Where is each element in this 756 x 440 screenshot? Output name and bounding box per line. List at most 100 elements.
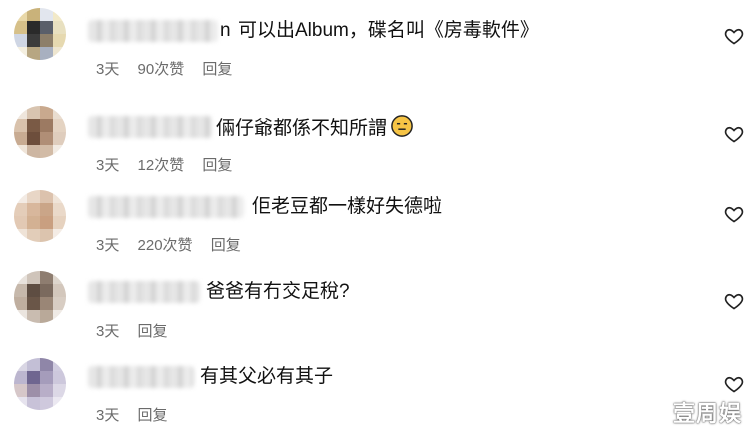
avatar-mosaic-tile	[14, 271, 27, 284]
heart-outline-icon[interactable]	[724, 204, 744, 224]
avatar-mosaic-tile	[27, 310, 40, 323]
avatar-mosaic-tile	[40, 271, 53, 284]
avatar-mosaic-tile	[14, 47, 27, 60]
avatar[interactable]	[14, 8, 66, 60]
avatar-mosaic-tile	[27, 132, 40, 145]
comment-item: 爸爸有冇交足稅? 3天 回复	[0, 265, 756, 353]
avatar-mosaic-tile	[14, 310, 27, 323]
avatar-mosaic-tile	[40, 106, 53, 119]
heart-outline-icon[interactable]	[724, 291, 744, 311]
avatar-mosaic-tile	[14, 203, 27, 216]
avatar-mosaic-tile	[27, 47, 40, 60]
avatar-mosaic-tile	[53, 216, 66, 229]
avatar-mosaic-tile	[27, 297, 40, 310]
reply-button[interactable]: 回复	[211, 237, 241, 254]
avatar-mosaic-tile	[53, 297, 66, 310]
username-fragment[interactable]: n	[220, 19, 231, 43]
avatar-mosaic-tile	[40, 371, 53, 384]
avatar-mosaic-tile	[27, 21, 40, 34]
username-blurred[interactable]	[88, 281, 200, 303]
avatar-mosaic-tile	[27, 203, 40, 216]
comment-item: n 可以出Album，碟名叫《房毒軟件》 3天 90次赞 回复	[0, 0, 756, 88]
heart-outline-icon[interactable]	[724, 26, 744, 46]
avatar-mosaic-tile	[53, 371, 66, 384]
heart-outline-icon[interactable]	[724, 124, 744, 144]
username-blurred[interactable]	[88, 366, 194, 388]
comment-meta: 3天 90次赞 回复	[96, 58, 246, 79]
comment-meta: 3天 回复	[96, 320, 182, 341]
avatar-mosaic-tile	[53, 284, 66, 297]
avatar-mosaic-tile	[27, 8, 40, 21]
reply-button[interactable]: 回复	[202, 61, 232, 78]
avatar-mosaic-tile	[40, 358, 53, 371]
avatar-mosaic-tile	[53, 106, 66, 119]
avatar-mosaic-tile	[40, 132, 53, 145]
reply-button[interactable]: 回复	[138, 407, 168, 424]
avatar-mosaic-tile	[53, 203, 66, 216]
like-count: 12次赞	[137, 157, 185, 174]
avatar-mosaic-tile	[53, 132, 66, 145]
avatar-mosaic-tile	[27, 190, 40, 203]
watermark: 壹周娱	[672, 402, 742, 427]
comment-meta: 3天 220次赞 回复	[96, 234, 255, 255]
avatar-mosaic-tile	[14, 371, 27, 384]
avatar-mosaic-tile	[53, 229, 66, 242]
avatar-mosaic-tile	[14, 216, 27, 229]
avatar-mosaic-tile	[14, 21, 27, 34]
avatar-mosaic-tile	[40, 229, 53, 242]
avatar-mosaic-tile	[14, 145, 27, 158]
comment-meta: 3天 回复	[96, 404, 182, 425]
avatar-mosaic-tile	[14, 358, 27, 371]
avatar-mosaic-tile	[40, 145, 53, 158]
avatar-mosaic-tile	[27, 371, 40, 384]
avatar-mosaic-tile	[53, 397, 66, 410]
heart-outline-icon[interactable]	[724, 374, 744, 394]
avatar[interactable]	[14, 106, 66, 158]
avatar-mosaic-tile	[14, 132, 27, 145]
avatar-mosaic-tile	[40, 297, 53, 310]
avatar-mosaic-tile	[53, 358, 66, 371]
avatar-mosaic-tile	[40, 216, 53, 229]
avatar-mosaic-tile	[14, 8, 27, 21]
comment-item: 倆仔爺都係不知所謂 3天 12次赞 回复	[0, 100, 756, 188]
reply-button[interactable]: 回复	[138, 323, 168, 340]
avatar-mosaic-tile	[40, 384, 53, 397]
avatar-mosaic-tile	[40, 397, 53, 410]
avatar-mosaic-tile	[40, 190, 53, 203]
avatar-mosaic-tile	[53, 145, 66, 158]
comment-text: 爸爸有冇交足稅?	[206, 281, 350, 302]
avatar[interactable]	[14, 271, 66, 323]
comment-text: 倆仔爺都係不知所謂	[216, 115, 413, 141]
comment-text: 可以出Album，碟名叫《房毒軟件》	[238, 20, 539, 41]
avatar-mosaic-tile	[53, 21, 66, 34]
username-blurred[interactable]	[88, 196, 244, 218]
avatar[interactable]	[14, 358, 66, 410]
avatar-mosaic-tile	[27, 119, 40, 132]
avatar-mosaic-tile	[53, 119, 66, 132]
username-blurred[interactable]	[88, 116, 212, 138]
comment-time: 3天	[96, 237, 120, 254]
username-blurred[interactable]	[88, 20, 218, 42]
comment-text: 有其父必有其子	[200, 366, 334, 387]
avatar-mosaic-tile	[27, 384, 40, 397]
avatar-mosaic-tile	[53, 34, 66, 47]
avatar-mosaic-tile	[27, 34, 40, 47]
avatar-mosaic-tile	[27, 284, 40, 297]
comment-text-content: 倆仔爺都係不知所謂	[216, 118, 388, 139]
avatar-mosaic-tile	[14, 190, 27, 203]
avatar[interactable]	[14, 190, 66, 242]
avatar-mosaic-tile	[14, 297, 27, 310]
comment-time: 3天	[96, 157, 120, 174]
avatar-mosaic-tile	[53, 271, 66, 284]
avatar-mosaic-tile	[14, 229, 27, 242]
avatar-mosaic-tile	[14, 119, 27, 132]
avatar-mosaic-tile	[27, 229, 40, 242]
avatar-mosaic-tile	[27, 358, 40, 371]
avatar-mosaic-tile	[40, 8, 53, 21]
avatar-mosaic-tile	[40, 47, 53, 60]
avatar-mosaic-tile	[27, 145, 40, 158]
comment-text: 佢老豆都一樣好失德啦	[252, 196, 443, 217]
avatar-mosaic-tile	[14, 34, 27, 47]
avatar-mosaic-tile	[14, 384, 27, 397]
reply-button[interactable]: 回复	[202, 157, 232, 174]
